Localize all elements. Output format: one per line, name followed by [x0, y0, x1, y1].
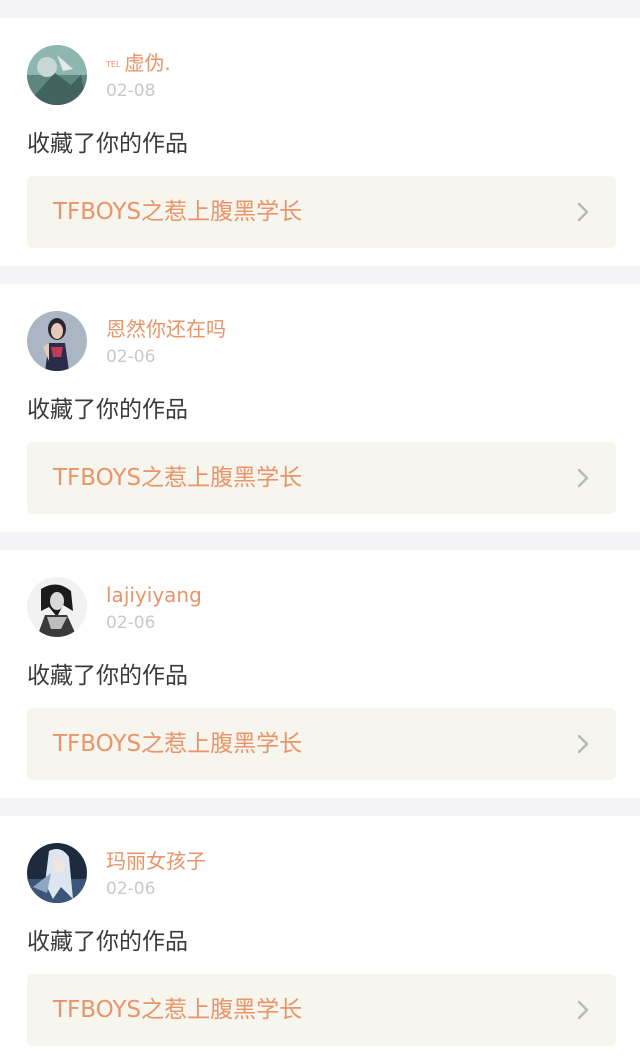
notification-card: TEL 虚伪. 02-08 收藏了你的作品 TFBOYS之惹上腹黑学长 — [0, 18, 640, 266]
avatar[interactable] — [27, 577, 87, 637]
username-text: 恩然你还在吗 — [106, 317, 226, 341]
avatar-icon — [27, 45, 87, 105]
timestamp: 02-06 — [106, 879, 156, 899]
action-text: 收藏了你的作品 — [27, 929, 188, 955]
avatar-icon — [27, 843, 87, 903]
avatar[interactable] — [27, 311, 87, 371]
username-prefix: TEL — [106, 60, 121, 69]
action-text: 收藏了你的作品 — [27, 131, 188, 157]
divider — [0, 798, 640, 816]
timestamp: 02-06 — [106, 347, 156, 367]
chevron-right-icon — [576, 733, 590, 755]
chevron-right-icon — [576, 467, 590, 489]
divider — [0, 0, 640, 18]
avatar-icon — [27, 311, 87, 371]
work-link[interactable]: TFBOYS之惹上腹黑学长 — [27, 708, 616, 780]
work-link[interactable]: TFBOYS之惹上腹黑学长 — [27, 974, 616, 1046]
divider — [0, 532, 640, 550]
work-title: TFBOYS之惹上腹黑学长 — [53, 997, 303, 1023]
avatar-icon — [27, 577, 87, 637]
avatar[interactable] — [27, 45, 87, 105]
notification-card: 恩然你还在吗 02-06 收藏了你的作品 TFBOYS之惹上腹黑学长 — [0, 284, 640, 532]
username[interactable]: 恩然你还在吗 — [106, 317, 226, 341]
username-text: lajiyiyang — [106, 583, 202, 607]
work-link[interactable]: TFBOYS之惹上腹黑学长 — [27, 176, 616, 248]
notification-card: 玛丽女孩子 02-06 收藏了你的作品 TFBOYS之惹上腹黑学长 — [0, 816, 640, 1064]
work-title: TFBOYS之惹上腹黑学长 — [53, 465, 303, 491]
username-text: 虚伪. — [124, 51, 171, 75]
avatar[interactable] — [27, 843, 87, 903]
notification-card: lajiyiyang 02-06 收藏了你的作品 TFBOYS之惹上腹黑学长 — [0, 550, 640, 798]
work-title: TFBOYS之惹上腹黑学长 — [53, 731, 303, 757]
username[interactable]: lajiyiyang — [106, 583, 202, 607]
username[interactable]: TEL 虚伪. — [106, 51, 171, 75]
action-text: 收藏了你的作品 — [27, 397, 188, 423]
chevron-right-icon — [576, 999, 590, 1021]
notification-list: TEL 虚伪. 02-08 收藏了你的作品 TFBOYS之惹上腹黑学长 恩然你还在… — [0, 0, 640, 1064]
chevron-right-icon — [576, 201, 590, 223]
work-title: TFBOYS之惹上腹黑学长 — [53, 199, 303, 225]
username[interactable]: 玛丽女孩子 — [106, 849, 206, 873]
divider — [0, 266, 640, 284]
timestamp: 02-08 — [106, 81, 156, 101]
action-text: 收藏了你的作品 — [27, 663, 188, 689]
work-link[interactable]: TFBOYS之惹上腹黑学长 — [27, 442, 616, 514]
username-text: 玛丽女孩子 — [106, 849, 206, 873]
timestamp: 02-06 — [106, 613, 156, 633]
